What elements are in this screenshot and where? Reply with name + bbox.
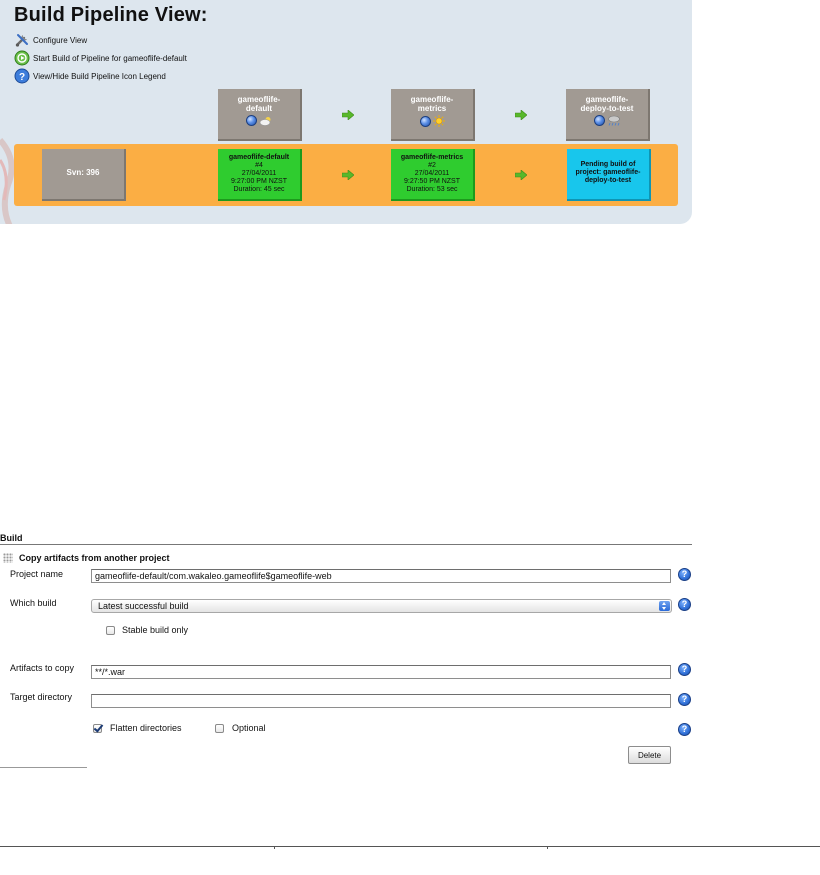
step-divider	[0, 767, 87, 768]
table-bottom-rule	[0, 846, 820, 847]
stable-build-only-checkbox[interactable]	[106, 626, 115, 635]
build-duration: Duration: 53 sec	[406, 186, 458, 193]
svg-text:?: ?	[19, 72, 25, 83]
revision-label: Svn: 396	[66, 168, 100, 177]
job-name-line2: default	[245, 104, 273, 113]
arrow-right-icon	[342, 110, 354, 120]
job-name-line1: gameoflife-	[410, 95, 454, 104]
page-title: Build Pipeline View:	[14, 4, 208, 26]
help-icon[interactable]: ?	[678, 663, 691, 676]
legend-help-icon: ?	[14, 68, 30, 84]
help-icon[interactable]: ?	[678, 693, 691, 706]
help-icon[interactable]: ?	[678, 598, 691, 611]
build-box-gameoflife-default[interactable]: gameoflife-default #4 27/04/2011 9:27:00…	[218, 149, 302, 201]
build-number: #4	[255, 162, 263, 169]
build-date: 27/04/2011	[241, 170, 277, 177]
job-name-line2: deploy-to-test	[580, 104, 634, 113]
which-build-selected: Latest successful build	[98, 601, 189, 611]
configure-icon	[15, 34, 28, 47]
project-name-label: Project name	[10, 569, 64, 579]
build-box-gameoflife-metrics[interactable]: gameoflife-metrics #2 27/04/2011 9:27:50…	[391, 149, 475, 201]
select-arrows-icon	[659, 601, 670, 611]
job-name-line1: gameoflife-	[237, 95, 281, 104]
artifacts-to-copy-label: Artifacts to copy	[10, 663, 75, 673]
start-build-label: Start Build of Pipeline for gameoflife-d…	[33, 53, 187, 63]
build-name: gameoflife-metrics	[400, 154, 464, 161]
blue-ball-icon	[245, 115, 257, 126]
build-config-section: Build Copy artifacts from another projec…	[0, 532, 692, 772]
configure-view-label: Configure View	[33, 35, 88, 45]
section-heading-build: Build	[0, 532, 692, 545]
build-pipeline-panel: Build Pipeline View: Configure View Star…	[0, 0, 692, 224]
arrow-right-icon	[342, 170, 354, 180]
pending-line2: project: gameoflife-	[575, 169, 641, 176]
start-build-link[interactable]: Start Build of Pipeline for gameoflife-d…	[14, 50, 187, 66]
sunny-weather-icon	[432, 115, 445, 127]
table-column-divider	[274, 846, 275, 849]
pending-build-box[interactable]: Pending build of project: gameoflife- de…	[567, 149, 651, 201]
build-number: #2	[428, 162, 436, 169]
arrow-right-icon	[515, 110, 527, 120]
target-directory-input[interactable]	[91, 694, 671, 708]
cloudy-weather-icon	[259, 116, 270, 126]
build-step-header: Copy artifacts from another project	[3, 553, 170, 563]
build-duration: Duration: 45 sec	[233, 186, 285, 193]
legend-toggle-label: View/Hide Build Pipeline Icon Legend	[33, 71, 166, 81]
start-build-icon	[14, 50, 30, 66]
page: Build Pipeline View: Configure View Star…	[0, 0, 820, 875]
build-step-title: Copy artifacts from another project	[19, 553, 170, 563]
drag-handle-icon[interactable]	[3, 553, 13, 563]
target-directory-label: Target directory	[10, 692, 73, 702]
optional-checkbox[interactable]	[215, 724, 224, 733]
delete-button[interactable]: Delete	[628, 746, 671, 764]
stable-build-only-label[interactable]: Stable build only	[122, 625, 188, 635]
configure-view-link[interactable]: Configure View	[14, 32, 87, 48]
table-column-divider	[547, 846, 548, 849]
job-name-line2: metrics	[417, 104, 447, 113]
blue-ball-icon	[593, 115, 605, 126]
build-date: 27/04/2011	[414, 170, 450, 177]
job-box-gameoflife-default[interactable]: gameoflife- default	[218, 89, 302, 141]
flatten-directories-checkbox[interactable]	[93, 724, 102, 733]
rain-weather-icon	[607, 115, 620, 126]
job-box-gameoflife-deploy-to-test[interactable]: gameoflife- deploy-to-test	[566, 89, 650, 141]
pending-line3: deploy-to-test	[584, 177, 632, 184]
help-icon[interactable]: ?	[678, 568, 691, 581]
build-name: gameoflife-default	[228, 154, 290, 161]
pending-line1: Pending build of	[580, 161, 636, 168]
optional-label[interactable]: Optional	[232, 723, 266, 733]
build-time: 9:27:50 PM NZST	[403, 178, 461, 185]
legend-toggle-link[interactable]: ? View/Hide Build Pipeline Icon Legend	[14, 68, 166, 84]
help-icon[interactable]: ?	[678, 723, 691, 736]
flatten-directories-label[interactable]: Flatten directories	[110, 723, 182, 733]
job-box-gameoflife-metrics[interactable]: gameoflife- metrics	[391, 89, 475, 141]
revision-box[interactable]: Svn: 396	[42, 149, 126, 201]
project-name-input[interactable]	[91, 569, 671, 583]
blue-ball-icon	[419, 115, 431, 127]
which-build-label: Which build	[10, 598, 57, 608]
build-time: 9:27:00 PM NZST	[230, 178, 288, 185]
artifacts-to-copy-input[interactable]	[91, 665, 671, 679]
arrow-right-icon	[515, 170, 527, 180]
job-name-line1: gameoflife-	[585, 95, 629, 104]
which-build-select[interactable]: Latest successful build	[91, 599, 672, 613]
